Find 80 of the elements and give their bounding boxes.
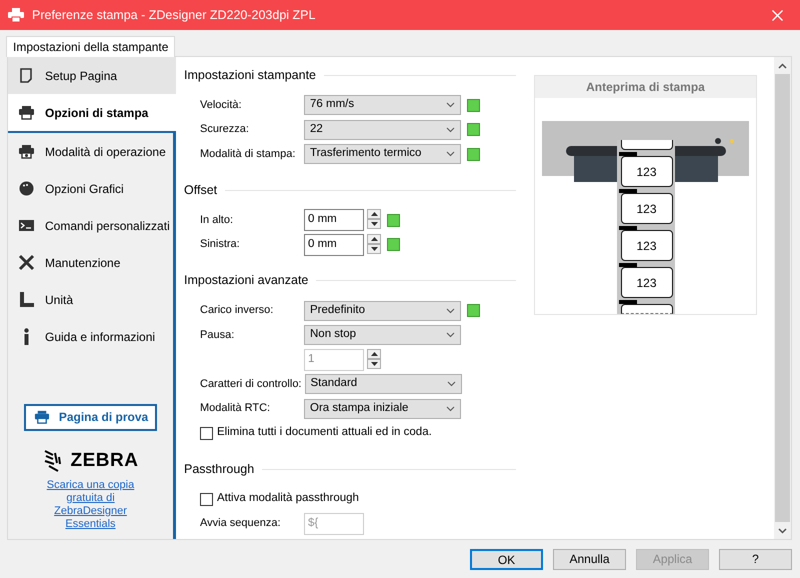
printer-icon (18, 104, 35, 121)
field-label: Avvia sequenza: (200, 517, 281, 530)
label-edge (620, 140, 672, 150)
dialog-button[interactable]: OK (470, 548, 543, 570)
info-icon (24, 328, 29, 345)
field-label: Velocità: (200, 98, 242, 111)
window-title: Preferenze stampa - ZDesigner ZD220-203dpi ZPL (32, 6, 316, 24)
field-label: Pausa: (200, 328, 234, 341)
caret-icon (446, 332, 455, 338)
field-label: Carico inverso: (200, 304, 274, 316)
dropdown[interactable]: Predefinito (304, 300, 461, 320)
dropdown[interactable]: Non stop (304, 325, 461, 345)
triangle-up-icon (370, 212, 378, 216)
sidebar-item[interactable]: Modalità di operazione (8, 133, 173, 170)
dropdown[interactable]: Ora stampa iniziale (304, 398, 461, 418)
field-label: Modalità RTC: (200, 402, 270, 414)
printer-icon (32, 409, 51, 425)
field-label: Sinistra: (200, 238, 240, 250)
field-label: Modalità di stampa: (200, 148, 296, 160)
sidebar-item[interactable]: Opzioni Grafici (8, 170, 173, 207)
number-field[interactable]: 0 mm (304, 209, 364, 231)
checkbox[interactable] (200, 426, 213, 440)
scrollbar-thumb[interactable] (775, 74, 790, 522)
torn-label-edge (620, 304, 672, 314)
triangle-up-icon (370, 352, 378, 356)
label-text: 123 (636, 274, 657, 292)
spin-down-button[interactable] (367, 219, 381, 229)
printer-icon (18, 143, 35, 160)
caret-icon (446, 381, 456, 387)
tab[interactable]: Impostazioni della stampante (6, 36, 176, 57)
section-heading: Passthrough (184, 460, 254, 478)
triangle-down-icon (370, 362, 378, 366)
caret-icon (446, 406, 455, 412)
label-text: 123 (636, 238, 657, 254)
dialog-button[interactable]: ? (719, 548, 792, 570)
dropdown[interactable]: 76 mm/s (304, 95, 461, 115)
field-label: Scurezza: (200, 123, 249, 136)
label-text: 123 (636, 200, 657, 218)
checkbox-label: Elimina tutti i documenti attuali ed in coda. (217, 425, 432, 440)
terminal-icon (18, 217, 35, 234)
section-heading: Offset (184, 182, 218, 199)
caret-icon (446, 126, 455, 132)
section-heading: Impostazioni avanzate (184, 272, 308, 290)
number-field[interactable]: 0 mm (304, 234, 364, 256)
field-label: In alto: (200, 214, 234, 226)
caret-icon (446, 308, 455, 314)
label-text: 123 (636, 164, 657, 180)
triangle-up-icon (370, 236, 378, 240)
section-heading: Impostazioni stampante (184, 66, 316, 84)
download-link[interactable]: Scarica una copia gratuita di ZebraDesigner Essentials (30, 479, 150, 531)
checkbox[interactable] (200, 492, 213, 506)
triangle-down-icon (370, 222, 378, 226)
tools-icon (18, 254, 35, 271)
sidebar-item[interactable]: Opzioni di stampa (8, 94, 176, 131)
close-icon (772, 10, 782, 20)
page-icon (18, 67, 35, 84)
preview-title: Anteprima di stampa (535, 76, 756, 98)
dropdown[interactable]: Standard (304, 374, 462, 394)
ruler-icon (18, 291, 35, 308)
dialog-button[interactable]: Annulla (553, 548, 626, 570)
triangle-down-icon (370, 246, 378, 250)
dropdown[interactable]: 22 (304, 120, 461, 140)
field-label: Caratteri di controllo: (200, 378, 302, 390)
sidebar-item[interactable]: Guida e informazioni (8, 318, 173, 355)
sidebar-item[interactable]: Manutenzione (8, 244, 173, 281)
caret-icon (446, 151, 455, 157)
sidebar-item[interactable]: Setup Pagina (8, 57, 176, 94)
caret-icon (446, 102, 455, 108)
spin-up-button[interactable] (367, 209, 381, 219)
printer-icon (8, 8, 24, 22)
sidebar-item[interactable]: Comandi personalizzati (8, 207, 173, 244)
spin-up-button[interactable] (367, 234, 381, 244)
sidebar-item[interactable]: Unità (8, 281, 173, 318)
checkbox-label: Attiva modalità passthrough (217, 491, 359, 506)
scrollbar[interactable] (774, 57, 791, 539)
dropdown[interactable]: Trasferimento termico (304, 144, 461, 164)
spin-down-button[interactable] (367, 244, 381, 254)
ball-icon (18, 180, 35, 197)
test-page-button[interactable]: Pagina di prova (24, 404, 157, 430)
logo-text: ZEBRA (70, 448, 138, 472)
